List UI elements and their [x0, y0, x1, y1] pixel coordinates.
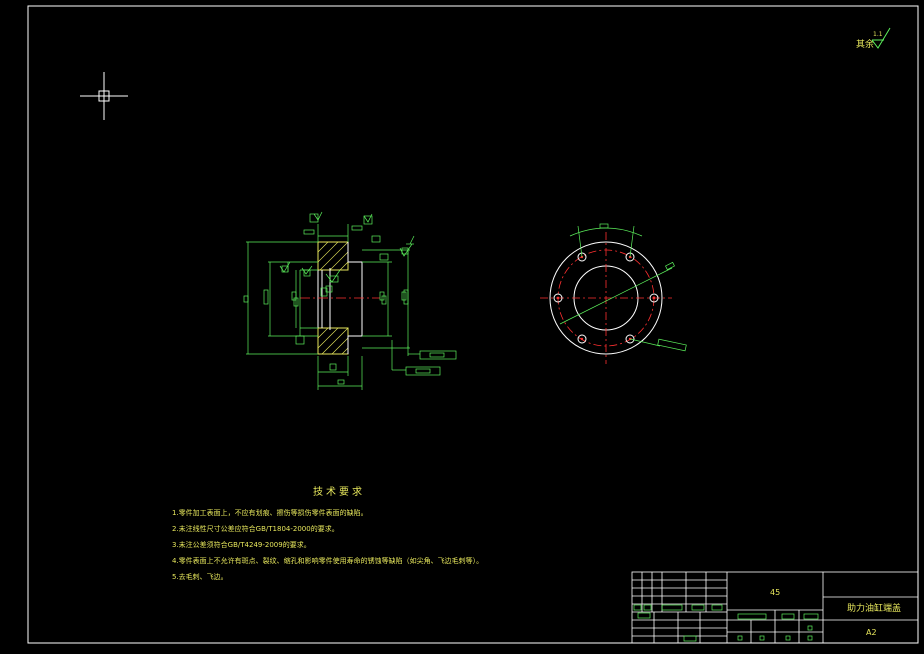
tech-requirement-2: 2.未注线性尺寸公差应符合GB/T1804-2000的要求。	[172, 524, 339, 533]
title-block-sheet-size: A2	[866, 628, 877, 637]
hatch-upper	[317, 241, 349, 271]
tech-requirement-5: 5.去毛刺、飞边。	[172, 572, 228, 581]
tech-requirement-3: 3.未注公差须符合GB/T4249-2009的要求。	[172, 540, 311, 549]
title-block-part-name: 助力油缸端盖	[847, 602, 901, 614]
roughness-value: 1.1	[873, 31, 883, 38]
section-view	[243, 211, 457, 390]
tech-requirement-4: 4.零件表面上不允许有斑点、裂纹、缩孔和影响零件使用寿命的锈蚀等缺陷（如尖角、飞…	[172, 556, 483, 565]
hatch-lower	[317, 327, 349, 355]
tech-requirements: 技术要求 1.零件加工表面上，不应有划痕、擦伤等损伤零件表面的缺陷。 2.未注线…	[172, 485, 483, 581]
cad-drawing: 其余 1.1 技术要求 1.零件加工表面上，不应有划痕、擦伤等损伤零件表面的缺陷…	[27, 5, 919, 644]
roughness-symbol: 其余 1.1	[856, 27, 891, 50]
roughness-label: 其余	[856, 38, 874, 50]
tech-requirements-title: 技术要求	[313, 485, 365, 498]
crosshair-cursor-icon[interactable]	[80, 72, 128, 120]
drawing-frame	[27, 5, 919, 644]
tech-requirement-1: 1.零件加工表面上，不应有划痕、擦伤等损伤零件表面的缺陷。	[172, 508, 368, 517]
title-block-material: 45	[770, 588, 780, 597]
front-view	[540, 223, 687, 364]
